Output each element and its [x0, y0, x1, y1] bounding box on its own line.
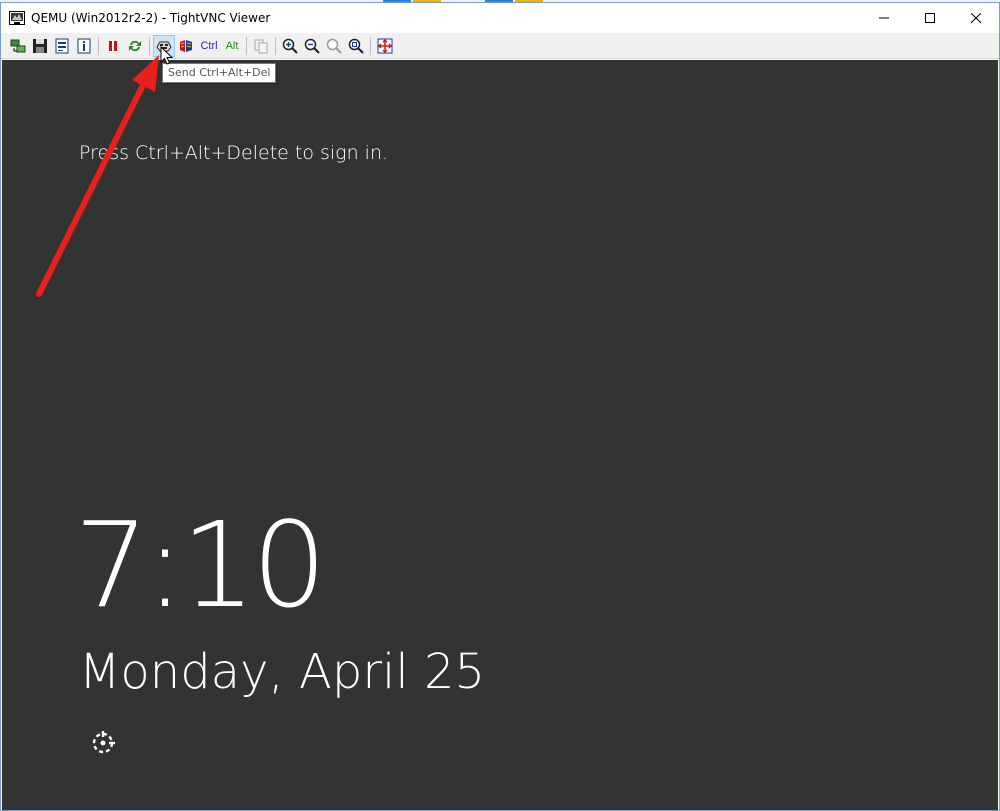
toolbar-separator — [149, 36, 150, 55]
tightvnc-app-icon[interactable] — [9, 10, 25, 26]
zoom-100-icon — [326, 38, 342, 54]
alt-label: Alt — [225, 39, 239, 52]
mouse-pointer-icon — [160, 46, 174, 65]
tooltip-send-ctrl-alt-del: Send Ctrl+Alt+Del — [162, 63, 277, 83]
new-connection-button[interactable] — [7, 35, 29, 57]
maximize-button[interactable] — [907, 3, 953, 33]
alt-toggle-button[interactable]: Alt — [221, 35, 243, 57]
minimize-button[interactable] — [861, 3, 907, 33]
window-title: QEMU (Win2012r2-2) - TightVNC Viewer — [31, 11, 271, 25]
vnc-viewer-window: QEMU (Win2012r2-2) - TightVNC Viewer Ctr… — [0, 2, 1000, 811]
close-button[interactable] — [953, 3, 999, 33]
ctrl-esc-icon — [180, 39, 192, 52]
ctrl-toggle-button[interactable]: Ctrl — [197, 35, 221, 57]
zoom-in-button[interactable] — [279, 35, 301, 57]
files-icon — [254, 39, 268, 53]
remote-desktop-screen[interactable]: Press Ctrl+Alt+Delete to sign in. 7:10 M… — [2, 60, 998, 810]
pause-button[interactable] — [102, 35, 124, 57]
full-screen-icon — [377, 38, 393, 53]
info-icon — [77, 38, 91, 53]
options-button[interactable] — [51, 35, 73, 57]
zoom-fit-icon — [348, 38, 364, 54]
toolbar-separator — [246, 36, 247, 55]
options-icon — [55, 38, 69, 53]
zoom-auto-button[interactable] — [345, 35, 367, 57]
ease-of-access-icon — [92, 731, 115, 754]
zoom-out-icon — [304, 38, 320, 54]
connection-info-button[interactable] — [73, 35, 95, 57]
toolbar-separator — [98, 36, 99, 55]
send-ctrl-esc-button[interactable] — [175, 35, 197, 57]
ctrl-label: Ctrl — [200, 39, 218, 52]
full-screen-button[interactable] — [374, 35, 396, 57]
toolbar-separator — [370, 36, 371, 55]
refresh-icon — [129, 40, 141, 51]
zoom-in-icon — [282, 38, 298, 54]
floppy-icon — [33, 38, 47, 53]
lock-screen-date: Monday, April 25 — [79, 644, 486, 700]
title-bar[interactable]: QEMU (Win2012r2-2) - TightVNC Viewer — [1, 3, 999, 33]
lock-screen-time: 7:10 — [74, 496, 327, 634]
sign-in-hint: Press Ctrl+Alt+Delete to sign in. — [79, 142, 389, 164]
minimize-icon — [879, 17, 889, 19]
toolbar: Ctrl Alt — [1, 33, 999, 59]
zoom-out-button[interactable] — [301, 35, 323, 57]
save-session-button[interactable] — [29, 35, 51, 57]
refresh-button[interactable] — [124, 35, 146, 57]
toolbar-separator — [275, 36, 276, 55]
transfer-files-button[interactable] — [250, 35, 272, 57]
zoom-100-button[interactable] — [323, 35, 345, 57]
caption-buttons — [861, 3, 999, 33]
new-connection-icon — [10, 39, 26, 52]
pause-icon — [109, 40, 117, 51]
ease-of-access-button[interactable] — [90, 728, 118, 756]
close-icon — [971, 13, 981, 23]
maximize-icon — [925, 13, 935, 23]
